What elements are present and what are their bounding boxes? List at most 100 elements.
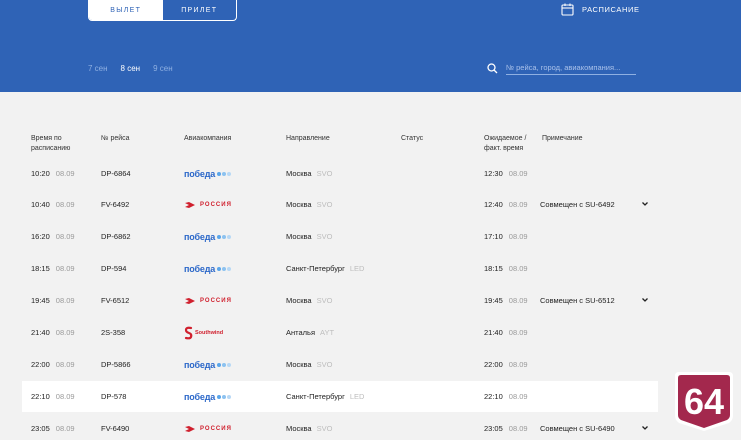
destination-cell: Москва SVO (286, 413, 332, 440)
expected-time-cell: 23:05 08.09 (484, 413, 528, 440)
table-row[interactable]: 10:20 08.09 DP-6864 победа Москва SVO 12:30 08.… (22, 158, 658, 189)
expected-date: 08.09 (508, 264, 528, 273)
destination-city: Москва (286, 169, 312, 178)
note-text: Совмещен с SU-6512 (540, 296, 615, 305)
scheduled-time: 23:05 (31, 424, 50, 433)
chevron-down-icon[interactable] (641, 200, 649, 208)
destination-cell: Москва SVO (286, 349, 332, 380)
expected-time-cell: 12:40 08.09 (484, 189, 528, 220)
table-row[interactable]: 23:05 08.09 FV-6490 РОССИЯ Москва SVO 23:05 08.… (22, 413, 658, 440)
expected-time-cell: 22:10 08.09 (484, 381, 528, 412)
date-next[interactable]: 9 сен (153, 64, 173, 73)
destination-iata: LED (349, 264, 365, 273)
destination-iata: LED (349, 392, 365, 401)
date-selector: 7 сен 8 сен 9 сен (88, 64, 186, 73)
destination-city: Москва (286, 232, 312, 241)
flight-number: FV-6492 (101, 200, 130, 209)
destination-cell: Москва SVO (286, 285, 332, 316)
pobeda-logo: победа (184, 392, 232, 402)
pobeda-dots-icon (216, 394, 232, 399)
scheduled-time-cell: 16:20 08.09 (31, 221, 75, 252)
scheduled-date: 08.09 (55, 200, 75, 209)
flight-number: FV-6490 (101, 424, 130, 433)
pobeda-logo: победа (184, 264, 232, 274)
col-scheduled-time: Время по расписанию (31, 135, 71, 152)
expected-date: 08.09 (508, 328, 528, 337)
airline-cell: победа (184, 381, 232, 412)
search-icon (487, 63, 498, 74)
destination-city: Москва (286, 424, 312, 433)
pobeda-logo-text: победа (184, 359, 216, 370)
tab-departure[interactable]: ВЫЛЕТ (89, 0, 163, 20)
chevron-down-icon[interactable] (641, 424, 649, 432)
expected-time-cell: 12:30 08.09 (484, 158, 528, 189)
airline-cell: РОССИЯ (184, 413, 232, 440)
search-box (487, 62, 636, 75)
flight-number: DP-6864 (101, 169, 131, 178)
destination-iata: SVO (316, 200, 333, 209)
scheduled-time-cell: 18:15 08.09 (31, 253, 75, 284)
col-note: Примечание (542, 135, 583, 142)
pobeda-logo-text: победа (184, 168, 216, 179)
pobeda-logo: победа (184, 359, 232, 370)
expected-time: 23:05 (484, 424, 503, 433)
expected-date: 08.09 (508, 296, 528, 305)
southwind-logo-text: Southwind (195, 329, 224, 336)
airline-cell: Southwind (184, 317, 223, 348)
table-row[interactable]: 16:20 08.09 DP-6862 победа Москва SVO 17:10 08.… (22, 221, 658, 252)
scheduled-time: 21:40 (31, 328, 50, 337)
note-text: Совмещен с SU-6492 (540, 200, 615, 209)
badge-number: 64 (684, 381, 724, 422)
scheduled-date: 08.09 (55, 392, 75, 401)
table-row[interactable]: 18:15 08.09 DP-594 победа Санкт-Петербург LED… (22, 253, 658, 284)
rossiya-logo: РОССИЯ (184, 297, 232, 305)
tab-arrival[interactable]: ПРИЛЕТ (163, 0, 237, 20)
rossiya-logo: РОССИЯ (184, 201, 232, 209)
flight-number: FV-6512 (101, 296, 130, 305)
expected-time: 12:40 (484, 200, 503, 209)
rossiya-logo-icon (185, 297, 195, 304)
destination-city: Москва (286, 200, 312, 209)
scheduled-time-cell: 23:05 08.09 (31, 413, 75, 440)
table-row[interactable]: 22:00 08.09 DP-5866 победа Москва SVO 22:00 08.… (22, 349, 658, 380)
pobeda-dots-icon (216, 362, 232, 367)
col-expected-time: Ожидаемое / факт. время (484, 135, 527, 152)
destination-cell: Анталья AYT (286, 317, 334, 348)
rossiya-logo: РОССИЯ (184, 425, 232, 433)
table-row[interactable]: 22:10 08.09 DP-578 победа Санкт-Петербург LED… (22, 381, 658, 412)
destination-iata: SVO (316, 424, 333, 433)
chevron-down-icon[interactable] (641, 296, 649, 304)
scheduled-time-cell: 10:20 08.09 (31, 158, 75, 189)
col-status: Статус (401, 135, 424, 142)
pobeda-dots-icon (216, 234, 232, 239)
expected-date: 08.09 (508, 360, 528, 369)
expected-date: 08.09 (508, 169, 528, 178)
destination-city: Санкт-Петербург (286, 264, 345, 273)
destination-cell: Санкт-Петербург LED (286, 381, 364, 412)
expected-time-cell: 21:40 08.09 (484, 317, 528, 348)
airline-cell: победа (184, 221, 232, 252)
scheduled-date: 08.09 (55, 328, 75, 337)
schedule-link[interactable]: РАСПИСАНИЕ (561, 3, 640, 16)
expected-date: 08.09 (508, 200, 528, 209)
flight-number: 2S-358 (101, 328, 126, 337)
pobeda-dots-icon (216, 266, 232, 271)
table-row[interactable]: 19:45 08.09 FV-6512 РОССИЯ Москва SVO 19:45 08.… (22, 285, 658, 316)
scheduled-date: 08.09 (55, 424, 75, 433)
table-row[interactable]: 21:40 08.09 2S-358 Southwind Анталья AYT 21:40… (22, 317, 658, 348)
search-input[interactable] (506, 62, 636, 75)
schedule-label: РАСПИСАНИЕ (582, 5, 640, 14)
pobeda-logo-text: победа (184, 231, 216, 242)
destination-city: Москва (286, 360, 312, 369)
rossiya-logo-icon (185, 425, 195, 432)
table-row[interactable]: 10:40 08.09 FV-6492 РОССИЯ Москва SVO 12:40 08.… (22, 189, 658, 220)
flight-number: DP-6862 (101, 232, 131, 241)
date-current[interactable]: 8 сен (121, 64, 141, 73)
col-destination: Направление (286, 135, 330, 142)
scheduled-time: 10:20 (31, 169, 50, 178)
date-prev[interactable]: 7 сен (88, 64, 108, 73)
flight-number: DP-5866 (101, 360, 131, 369)
southwind-logo-icon (184, 326, 193, 339)
rossiya-logo-text: РОССИЯ (200, 297, 232, 304)
channel-64-badge: 64 (675, 372, 733, 431)
